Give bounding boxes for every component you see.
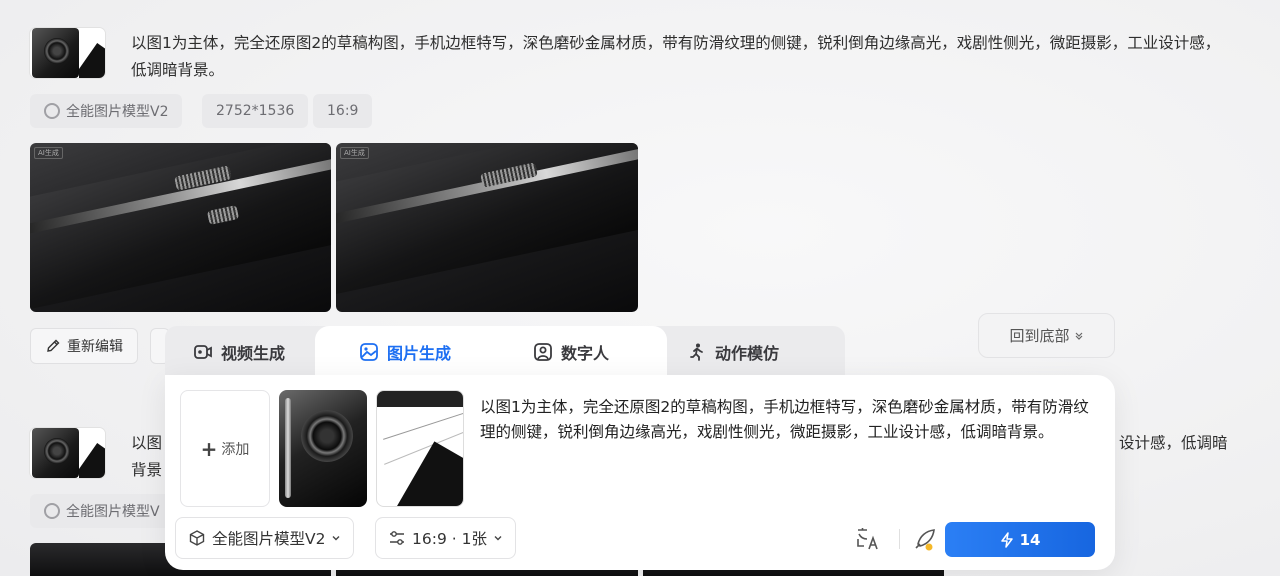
result-image-1[interactable]: AI生成 <box>30 143 331 312</box>
back-to-bottom-label: 回到底部 <box>1009 327 1070 345</box>
reference-image-1[interactable] <box>279 390 367 507</box>
prompt-textarea[interactable]: 以图1为主体，完全还原图2的草稿构图，手机边框特写，深色磨砂金属材质，带有防滑纹… <box>480 395 1100 445</box>
size-tag-label: 2752*1536 <box>216 103 295 119</box>
item2-reference-thumbnail[interactable] <box>30 428 105 478</box>
video-icon <box>193 342 213 362</box>
re-edit-label: 重新编辑 <box>67 339 123 355</box>
tab-image-generation[interactable]: 图片生成 <box>331 326 451 378</box>
sketch-image <box>79 28 105 78</box>
tab-label: 动作模仿 <box>715 344 780 363</box>
pencil-icon <box>47 339 60 352</box>
re-edit-button[interactable]: 重新编辑 <box>30 328 138 364</box>
tab-label: 数字人 <box>561 344 610 363</box>
model-icon <box>44 103 60 119</box>
ai-badge: AI生成 <box>340 147 369 159</box>
add-image-button[interactable]: + 添加 <box>180 390 270 507</box>
ai-badge: AI生成 <box>34 147 63 159</box>
back-to-bottom-button[interactable]: 回到底部 <box>978 313 1115 358</box>
item2-prompt-head2: 背景 <box>131 461 163 479</box>
bolt-icon <box>1000 531 1013 548</box>
translate-button[interactable] <box>854 525 882 553</box>
divider <box>899 529 900 549</box>
generate-button[interactable]: 14 <box>945 522 1095 557</box>
item1-reference-thumbnail[interactable] <box>30 28 105 78</box>
add-label: 添加 <box>221 441 250 458</box>
plus-icon: + <box>200 436 218 461</box>
phone-image <box>32 28 79 78</box>
model-select[interactable]: 全能图片模型V2 <box>175 517 355 559</box>
tab-label: 视频生成 <box>221 344 286 363</box>
mode-tabs: 视频生成 图片生成 数字人 动作模仿 <box>165 326 845 382</box>
settings-select[interactable]: 16:9 · 1张 <box>375 517 516 559</box>
rocket-icon <box>915 529 935 551</box>
model-tag-label: 全能图片模型V2 <box>66 104 169 120</box>
person-icon <box>533 342 553 362</box>
composer-panel: + 添加 以图1为主体，完全还原图2的草稿构图，手机边框特写，深色磨砂金属材质，… <box>165 375 1115 570</box>
ratio-tag-label: 16:9 <box>327 103 359 119</box>
tab-video-generation[interactable]: 视频生成 <box>165 326 285 378</box>
model-select-label: 全能图片模型V2 <box>212 530 326 548</box>
run-icon <box>687 342 707 362</box>
item2-prompt-tail: 设计感，低调暗 <box>1119 434 1228 452</box>
translate-icon <box>857 528 878 550</box>
item1-prompt: 以图1为主体，完全还原图2的草稿构图，手机边框特写，深色磨砂金属材质，带有防滑纹… <box>131 34 1221 79</box>
settings-select-label: 16:9 · 1张 <box>412 530 487 548</box>
item1-size-tag: 2752*1536 <box>202 94 309 128</box>
chevron-down-icon <box>494 536 502 541</box>
result-image-2[interactable]: AI生成 <box>336 143 638 312</box>
item1-ratio-tag: 16:9 <box>313 94 373 128</box>
chevron-down-icon <box>1075 332 1082 340</box>
item1-model-tag: 全能图片模型V2 <box>30 94 183 128</box>
item2-prompt-head: 以图 <box>131 434 163 452</box>
boost-button[interactable] <box>911 525 939 553</box>
item2-model-tag: 全能图片模型V <box>30 494 180 528</box>
model-icon <box>44 503 60 519</box>
model-tag-label: 全能图片模型V <box>66 504 160 520</box>
sliders-icon <box>390 531 404 545</box>
image-icon <box>359 342 379 362</box>
page: 以图1为主体，完全还原图2的草稿构图，手机边框特写，深色磨砂金属材质，带有防滑纹… <box>0 0 1280 576</box>
tab-label: 图片生成 <box>387 344 452 363</box>
chevron-down-icon <box>332 536 340 541</box>
reference-image-2[interactable] <box>376 390 464 507</box>
tab-digital-human[interactable]: 数字人 <box>505 326 609 378</box>
generate-cost: 14 <box>1019 530 1041 549</box>
cube-icon <box>189 530 205 546</box>
tab-motion-imitation[interactable]: 动作模仿 <box>659 326 779 378</box>
